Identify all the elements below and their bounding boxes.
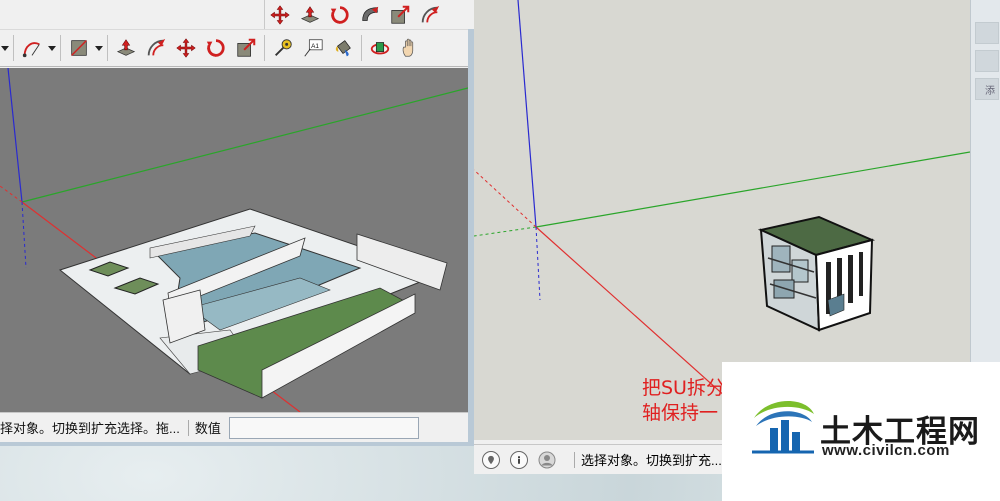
watermark-url: www.civilcn.com [822, 442, 950, 459]
toolbar-separator [264, 35, 265, 61]
push-pull-icon[interactable] [295, 1, 325, 29]
info-icon[interactable] [510, 450, 528, 469]
measurements-label: 数值 [194, 421, 221, 436]
side-panel-edge: 添 [970, 0, 1000, 362]
tool-dropdown-arrow[interactable] [0, 34, 10, 62]
svg-text:A1: A1 [311, 43, 319, 50]
offset-icon[interactable] [141, 34, 171, 62]
offset-icon[interactable] [415, 1, 445, 29]
landscape-model-view [0, 68, 468, 412]
status-bar-left: 择对象。切换到扩充选择。拖... 数值 [0, 412, 468, 442]
side-panel-button[interactable] [975, 22, 999, 44]
tape-measure-icon[interactable] [268, 34, 298, 62]
viewport-left[interactable] [0, 68, 468, 412]
arc-dropdown-arrow[interactable] [47, 34, 57, 62]
toolbar-separator [13, 35, 14, 61]
status-separator [574, 451, 575, 468]
toolbar-edit [264, 0, 474, 29]
blue-axis [7, 68, 23, 203]
green-axis [21, 87, 468, 203]
side-panel-add-button[interactable]: 添 [975, 78, 999, 100]
text-icon[interactable]: A1 [298, 34, 328, 62]
paint-bucket-icon[interactable] [328, 34, 358, 62]
green-axis-negative [474, 226, 537, 237]
rectangle-dropdown-arrow[interactable] [94, 34, 104, 62]
scale-icon[interactable] [231, 34, 261, 62]
civilcn-logo-icon [752, 400, 814, 454]
arc-icon[interactable] [17, 34, 47, 62]
toolbar-main: A1 [0, 29, 468, 67]
rectangle-icon[interactable] [64, 34, 94, 62]
sketchup-window-left: A1 择对象。切换到扩充选择。拖... 数值 [0, 0, 474, 446]
side-panel-add-label: 添 [985, 85, 995, 97]
follow-me-icon[interactable] [355, 1, 385, 29]
building-model [757, 215, 876, 332]
status-message: 择对象。切换到扩充选择。拖... [0, 421, 180, 436]
rotate-icon[interactable] [325, 1, 355, 29]
annotation-line-2: 轴保持一 [642, 402, 719, 424]
status-separator [187, 419, 189, 436]
red-axis-negative [0, 185, 23, 203]
status-message: 选择对象。切换到扩充... [581, 453, 722, 468]
toolbar-separator [60, 35, 61, 61]
green-axis [535, 151, 970, 228]
pan-icon[interactable] [395, 34, 425, 62]
side-panel-button[interactable] [975, 50, 999, 72]
scale-icon[interactable] [385, 1, 415, 29]
annotation-line-1: 把SU拆分 [642, 377, 725, 399]
push-pull-icon[interactable] [111, 34, 141, 62]
watermark-logo: 土木工程网 www.civilcn.com [722, 362, 1000, 501]
red-axis-negative [474, 169, 537, 228]
toolbar-separator [361, 35, 362, 61]
move-icon[interactable] [265, 1, 295, 29]
geolocation-icon[interactable] [482, 450, 500, 469]
measurements-input[interactable] [228, 416, 419, 439]
rotate-icon[interactable] [201, 34, 231, 62]
blue-axis [517, 0, 537, 228]
orbit-icon[interactable] [365, 34, 395, 62]
toolbar-separator [107, 35, 108, 61]
move-icon[interactable] [171, 34, 201, 62]
blue-axis-negative [535, 226, 541, 301]
user-icon[interactable] [538, 451, 556, 469]
blue-axis-negative [21, 201, 27, 269]
